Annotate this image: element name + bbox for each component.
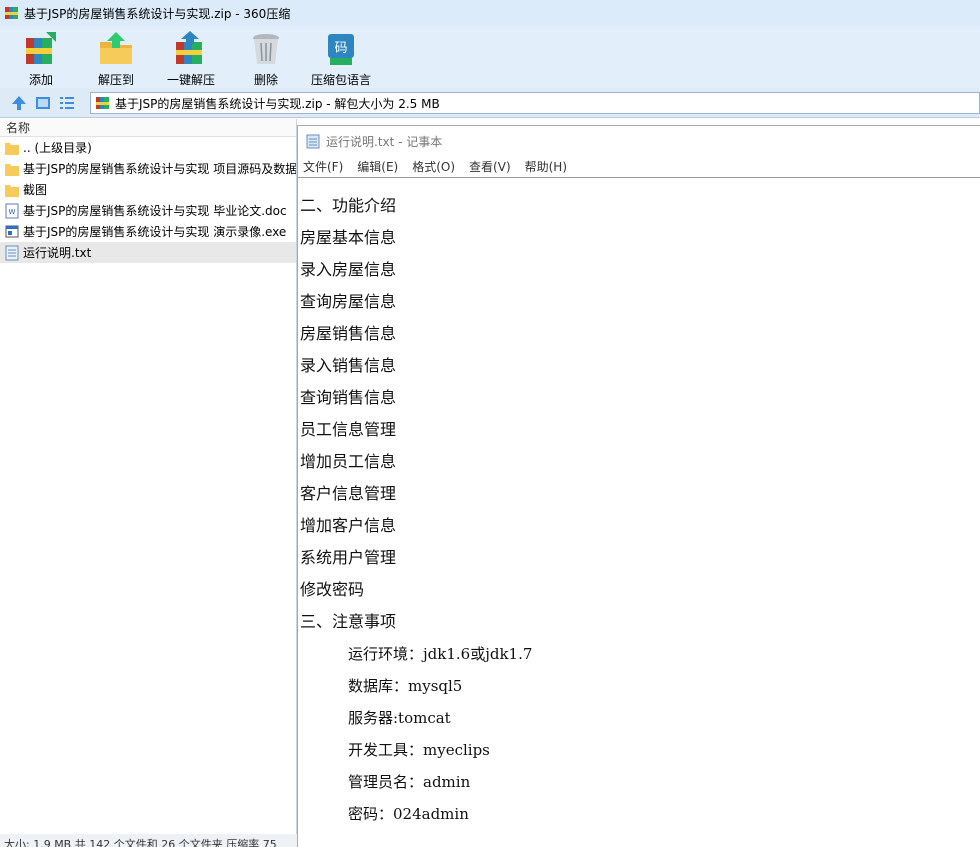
file-row-source-folder[interactable]: 基于JSP的房屋销售系统设计与实现 项目源码及数据 [0, 158, 296, 179]
menu-help[interactable]: 帮助(H) [525, 158, 567, 175]
zip-archive-icon [5, 7, 18, 19]
text-line: 查询销售信息 [300, 388, 397, 407]
delete-button[interactable]: 删除 [246, 26, 286, 88]
title-bar: 基于JSP的房屋销售系统设计与实现.zip - 360压缩 [0, 0, 980, 26]
text-line-indented: 管理员名：admin [348, 773, 471, 791]
file-row-screenshots-folder[interactable]: 截图 [0, 179, 296, 200]
text-line-indented: 数据库：mysql5 [348, 677, 463, 695]
menu-format[interactable]: 格式(O) [412, 158, 455, 175]
notepad-text-area[interactable]: 二、功能介绍 房屋基本信息 录入房屋信息 查询房屋信息 房屋销售信息 录入销售信… [298, 178, 980, 830]
status-bar: 大小: 1.9 MB 共 142 个文件和 26 个文件夹 压缩率 75 [0, 834, 297, 847]
svg-text:W: W [9, 208, 16, 216]
add-button[interactable]: 添加 [21, 26, 61, 88]
text-line: 房屋基本信息 [300, 228, 397, 247]
notepad-icon [306, 134, 320, 149]
archive-language-icon: 码 [328, 34, 354, 65]
svg-text:码: 码 [334, 41, 347, 56]
file-name: 基于JSP的房屋销售系统设计与实现 演示录像.exe [23, 225, 287, 239]
text-line: 房屋销售信息 [300, 324, 397, 343]
extract-to-button[interactable]: 解压到 [96, 26, 136, 88]
file-row-readme-txt[interactable]: 运行说明.txt [0, 242, 296, 263]
extract-to-icon [100, 32, 132, 64]
one-click-extract-button[interactable]: 一键解压 [166, 26, 216, 88]
text-line-indented: 运行环境：jdk1.6或jdk1.7 [348, 645, 533, 663]
add-label: 添加 [28, 73, 53, 87]
text-line: 系统用户管理 [300, 548, 397, 567]
text-line: 修改密码 [300, 580, 365, 599]
text-file-icon [5, 245, 19, 260]
text-line: 员工信息管理 [300, 420, 397, 439]
text-line-indented: 开发工具：myeclips [348, 741, 490, 759]
file-name: 基于JSP的房屋销售系统设计与实现 毕业论文.doc [23, 204, 287, 218]
zip-archive-icon [96, 97, 109, 109]
text-line: 客户信息管理 [300, 484, 397, 503]
text-line: 三、注意事项 [300, 612, 397, 631]
archive-language-label: 压缩包语言 [310, 73, 371, 87]
address-field[interactable]: 基于JSP的房屋销售系统设计与实现.zip - 解包大小为 2.5 MB [90, 92, 980, 114]
exe-icon [5, 225, 19, 237]
text-line: 查询房屋信息 [300, 292, 397, 311]
menu-edit[interactable]: 编辑(E) [357, 158, 398, 175]
list-view-icon[interactable] [57, 93, 77, 113]
menu-view[interactable]: 查看(V) [469, 158, 511, 175]
file-row-thesis-doc[interactable]: W 基于JSP的房屋销售系统设计与实现 毕业论文.doc [0, 200, 296, 221]
notepad-window: 运行说明.txt - 记事本 文件(F) 编辑(E) 格式(O) 查看(V) 帮… [297, 125, 980, 847]
file-name: 基于JSP的房屋销售系统设计与实现 项目源码及数据 [23, 162, 296, 176]
notepad-menu-bar: 文件(F) 编辑(E) 格式(O) 查看(V) 帮助(H) [298, 156, 980, 178]
extract-to-label: 解压到 [97, 73, 134, 87]
file-name: 运行说明.txt [23, 246, 92, 260]
delete-label: 删除 [253, 73, 278, 87]
text-line: 录入销售信息 [300, 356, 397, 375]
file-name: 截图 [23, 183, 48, 197]
word-doc-icon: W [5, 203, 19, 218]
column-header-name[interactable]: 名称 [0, 119, 296, 137]
one-click-extract-icon [176, 31, 202, 64]
address-text: 基于JSP的房屋销售系统设计与实现.zip - 解包大小为 2.5 MB [115, 96, 440, 111]
archive-language-button[interactable]: 码 压缩包语言 [310, 26, 372, 88]
up-arrow-icon[interactable] [9, 93, 29, 113]
notepad-title: 运行说明.txt - 记事本 [326, 134, 443, 149]
add-books-icon [26, 32, 56, 64]
one-click-extract-label: 一键解压 [166, 73, 215, 87]
folder-icon [5, 142, 19, 155]
window-title: 基于JSP的房屋销售系统设计与实现.zip - 360压缩 [24, 6, 291, 21]
file-list: 名称 .. (上级目录) 基于JSP的房屋销售系统设计与实现 项目源码及数据 截… [0, 119, 297, 834]
folder-icon [5, 184, 19, 197]
menu-file[interactable]: 文件(F) [303, 158, 343, 175]
file-row-parent-dir[interactable]: .. (上级目录) [0, 137, 296, 158]
trash-icon [253, 34, 279, 64]
folder-icon [5, 163, 19, 176]
text-line: 增加客户信息 [300, 516, 397, 535]
toolbar: 添加 解压到 一键解压 删除 码 压缩包语言 [0, 26, 980, 88]
thumbnail-view-icon[interactable] [33, 93, 53, 113]
text-line: 增加员工信息 [300, 452, 397, 471]
file-name: .. (上级目录) [23, 141, 92, 155]
text-line: 录入房屋信息 [300, 260, 397, 279]
text-line-indented: 密码：024admin [348, 805, 469, 823]
file-row-demo-exe[interactable]: 基于JSP的房屋销售系统设计与实现 演示录像.exe [0, 221, 296, 242]
notepad-title-bar: 运行说明.txt - 记事本 [298, 126, 980, 156]
address-bar: 基于JSP的房屋销售系统设计与实现.zip - 解包大小为 2.5 MB [0, 88, 980, 118]
text-line: 二、功能介绍 [300, 196, 397, 215]
text-line-indented: 服务器:tomcat [348, 709, 451, 727]
